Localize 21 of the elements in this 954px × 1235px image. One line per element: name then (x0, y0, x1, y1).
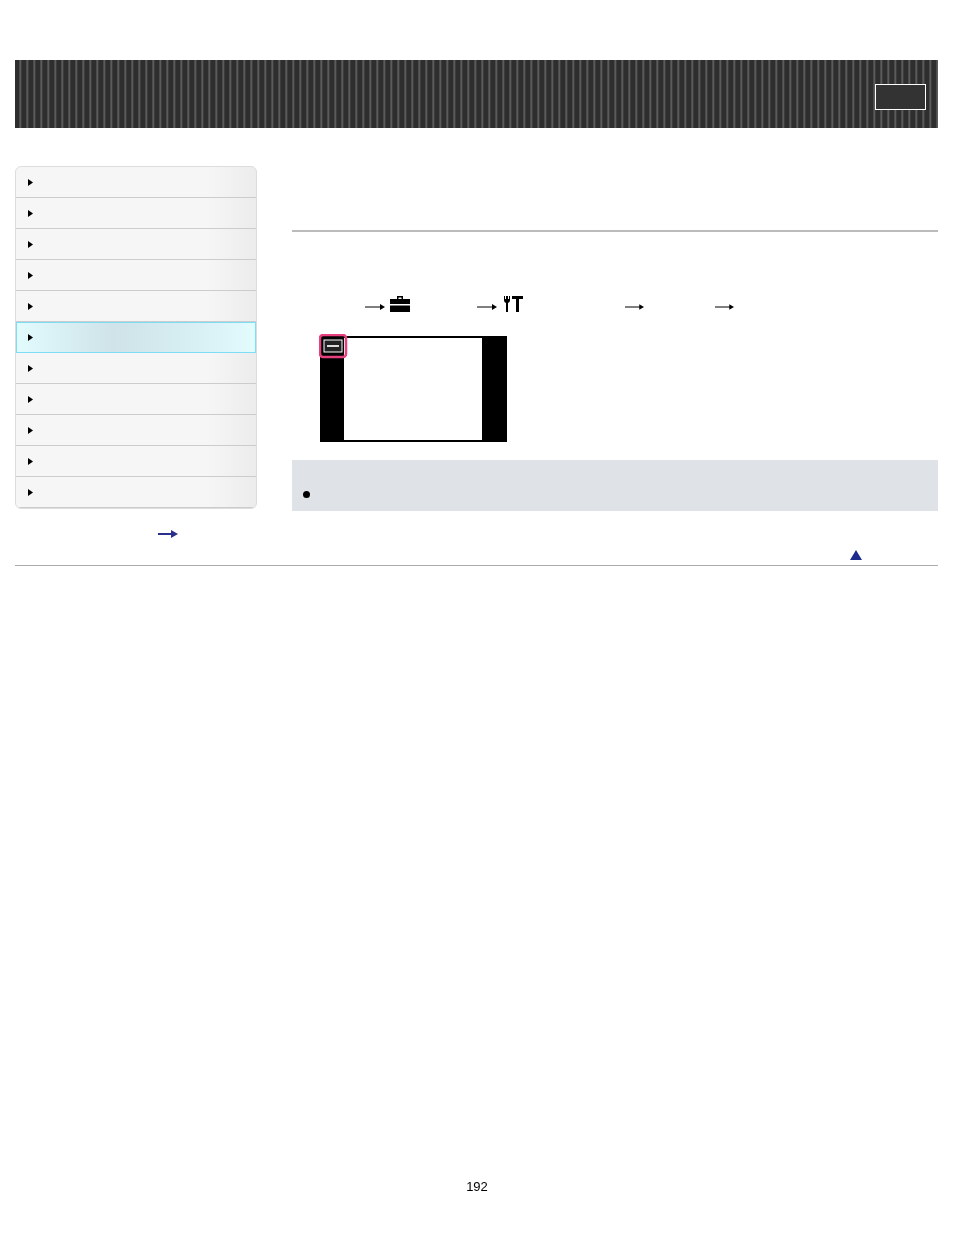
arrow-icon (365, 303, 385, 311)
triangle-icon (28, 302, 33, 310)
triangle-icon (28, 209, 33, 217)
triangle-icon (28, 334, 33, 341)
triangle-icon (28, 271, 33, 279)
page-number: 192 (465, 1178, 489, 1196)
triangle-icon (28, 426, 33, 434)
triangle-icon (28, 240, 33, 248)
bullet-icon (303, 491, 310, 498)
triangle-icon (28, 457, 33, 465)
arrow-icon[interactable] (158, 530, 178, 538)
triangle-icon (28, 364, 33, 372)
triangle-icon (28, 488, 33, 496)
triangle-icon (28, 178, 33, 186)
toolbox-icon (390, 296, 410, 312)
triangle-icon (28, 395, 33, 403)
arrow-icon (477, 303, 497, 311)
sidebar-item[interactable] (16, 322, 256, 353)
header-box[interactable] (875, 84, 926, 110)
tools-icon (503, 295, 523, 312)
back-to-top-icon[interactable] (850, 550, 862, 560)
